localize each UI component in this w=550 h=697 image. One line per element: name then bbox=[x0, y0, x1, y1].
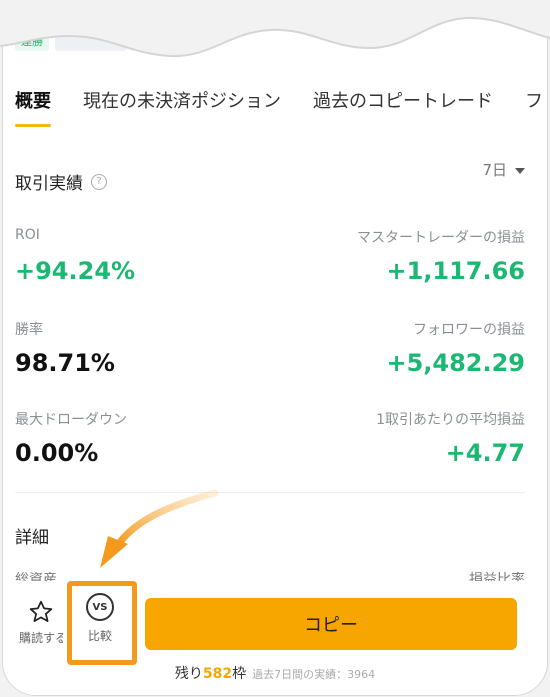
performance-title: 取引実績 ? bbox=[15, 169, 107, 194]
tab-followers[interactable]: フ bbox=[525, 87, 543, 127]
avg-pnl-label: 1取引あたりの平均損益 bbox=[376, 412, 525, 428]
tab-bar: 概要 現在の未決済ポジション 過去のコピートレード フ bbox=[15, 87, 547, 127]
roi-label: ROI bbox=[15, 227, 40, 243]
subscribe-button[interactable]: 購読する bbox=[11, 599, 71, 646]
remain-prefix: 残り bbox=[174, 666, 203, 682]
follower-pnl-label: フォロワーの損益 bbox=[413, 322, 525, 338]
drawdown-value: 0.00% bbox=[15, 439, 99, 467]
remain-sub: 過去7日間の実績：3964 bbox=[252, 668, 376, 681]
roi-value: +94.24% bbox=[15, 257, 136, 285]
performance-title-text: 取引実績 bbox=[15, 174, 83, 194]
follower-pnl-value: +5,482.29 bbox=[386, 349, 525, 377]
winrate-value: 98.71% bbox=[15, 349, 115, 377]
tab-overview[interactable]: 概要 bbox=[15, 87, 51, 127]
chevron-down-icon bbox=[515, 167, 525, 174]
tab-open-positions[interactable]: 現在の未決済ポジション bbox=[83, 87, 281, 127]
remain-count: 582 bbox=[202, 666, 233, 682]
details-title: 詳細 bbox=[15, 528, 49, 548]
total-assets-label: 総資産 bbox=[15, 572, 57, 581]
winrate-label: 勝率 bbox=[15, 322, 43, 338]
divider bbox=[15, 492, 525, 493]
phone-frame: 連勝 概要 現在の未決済ポジション 過去のコピートレード フ 取引実績 ? 7日… bbox=[2, 0, 548, 696]
highlight-box bbox=[67, 581, 137, 665]
copy-button[interactable]: コピー bbox=[145, 598, 517, 650]
remaining-slots: 残り582枠 過去7日間の実績：3964 bbox=[3, 663, 547, 683]
question-circle-icon[interactable]: ? bbox=[91, 173, 107, 190]
star-outline-icon bbox=[29, 600, 53, 622]
subscribe-label: 購読する bbox=[19, 631, 63, 645]
master-pnl-value: +1,117.66 bbox=[386, 257, 525, 285]
period-select[interactable]: 7日 bbox=[482, 159, 525, 180]
pnl-ratio-label: 損益比率 bbox=[469, 572, 525, 581]
avg-pnl-value: +4.77 bbox=[445, 439, 525, 467]
tab-past-copytrades[interactable]: 過去のコピートレード bbox=[313, 87, 493, 127]
drawdown-label: 最大ドローダウン bbox=[15, 412, 127, 428]
remain-suffix: 枠 bbox=[232, 666, 247, 682]
master-pnl-label: マスタートレーダーの損益 bbox=[357, 230, 525, 246]
period-value: 7日 bbox=[482, 161, 507, 179]
torn-edge bbox=[0, 0, 550, 58]
